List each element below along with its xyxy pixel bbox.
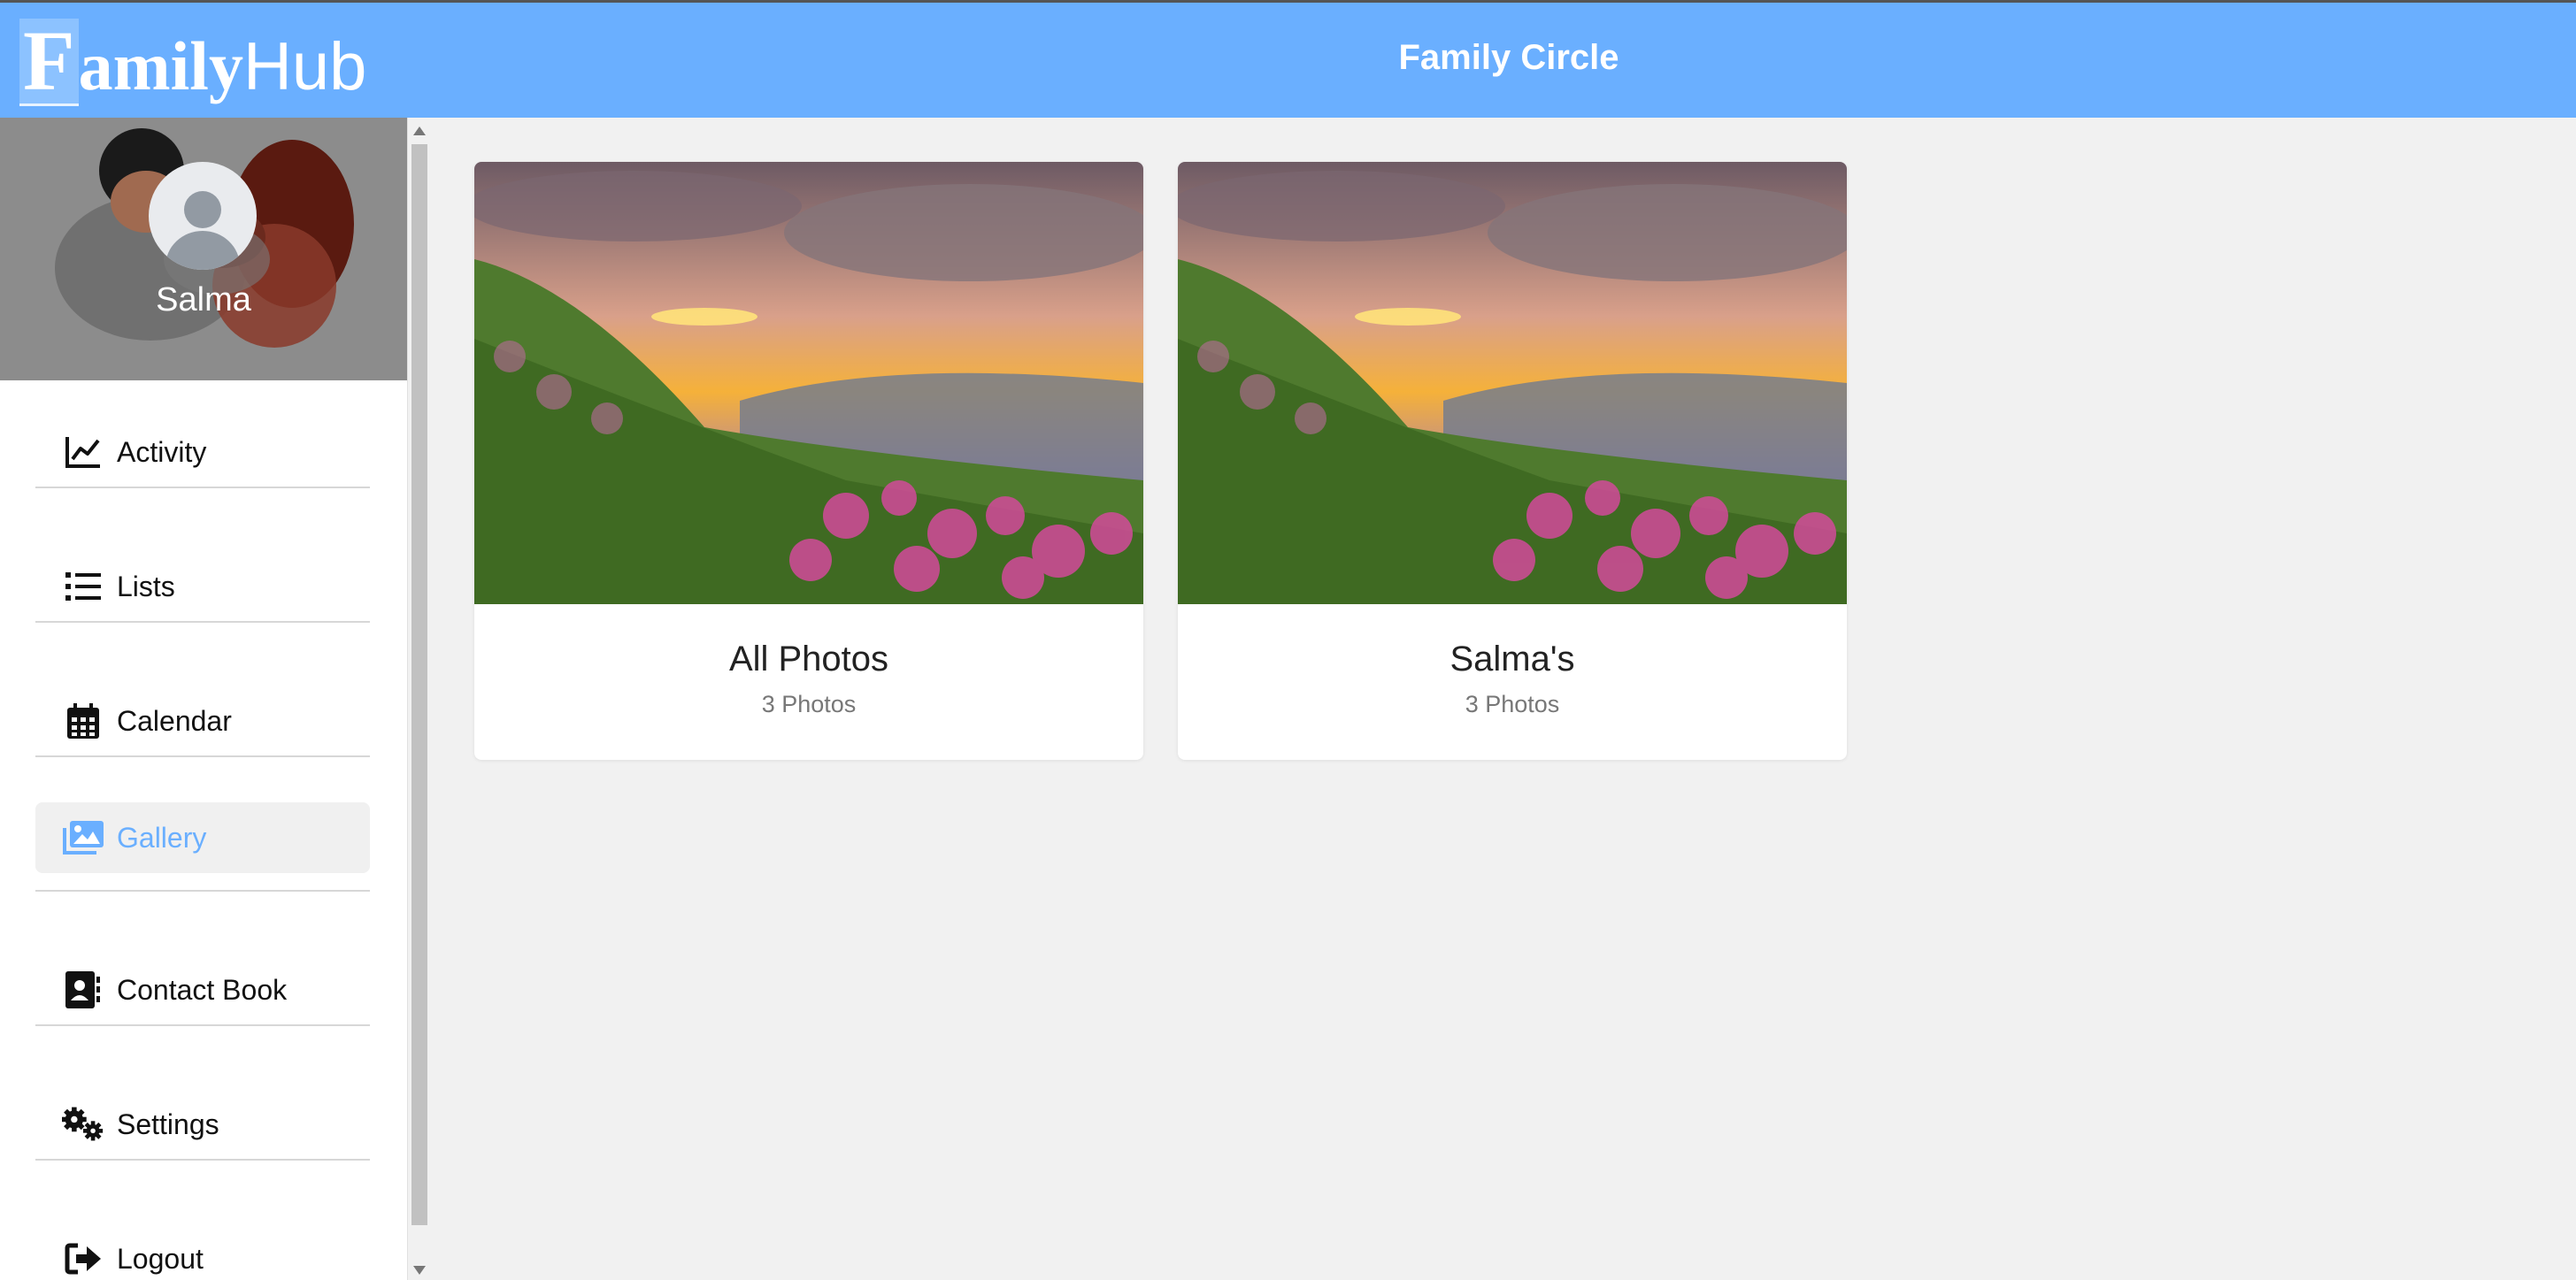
- sidebar-item-label: Logout: [117, 1242, 204, 1275]
- chart-line-icon: [62, 431, 104, 473]
- sidebar-item-label: Activity: [117, 435, 207, 468]
- sidebar-item-gallery[interactable]: Gallery: [35, 802, 370, 873]
- album-cover-image: [474, 162, 1143, 604]
- divider: [35, 1024, 370, 1026]
- divider: [35, 621, 370, 623]
- scroll-up-arrow-icon[interactable]: [413, 126, 426, 135]
- familyhub-logo[interactable]: F amily Hub: [19, 19, 366, 107]
- album-photo-count: 3 Photos: [1465, 691, 1560, 717]
- sidebar-item-activity[interactable]: Activity: [35, 417, 370, 487]
- album-card-salmas[interactable]: Salma's 3 Photos: [1178, 162, 1847, 760]
- sidebar-item-label: Calendar: [117, 704, 232, 737]
- calendar-icon: [62, 700, 104, 742]
- logo-bold-text: amily: [78, 27, 243, 104]
- sidebar-item-settings[interactable]: Settings: [35, 1089, 370, 1160]
- divider: [35, 487, 370, 488]
- avatar[interactable]: [149, 162, 257, 270]
- divider: [35, 755, 370, 757]
- sidebar-item-label: Lists: [117, 570, 175, 602]
- album-title: Salma's: [1449, 640, 1575, 678]
- top-bar: F amily Hub Family Circle: [0, 0, 2576, 118]
- sidebar-item-logout[interactable]: Logout: [35, 1223, 370, 1280]
- sidebar: Salma Activity Lists Calendar Gallery Co…: [0, 118, 407, 1280]
- images-icon: [62, 816, 104, 859]
- sign-out-icon: [62, 1238, 104, 1280]
- album-title: All Photos: [728, 640, 889, 678]
- sidebar-item-label: Settings: [117, 1108, 219, 1140]
- user-icon: [165, 191, 240, 270]
- scroll-down-arrow-icon[interactable]: [413, 1266, 426, 1275]
- profile-header: Salma: [0, 118, 407, 380]
- page-title: Family Circle: [1398, 38, 1619, 77]
- sidebar-item-label: Gallery: [117, 821, 207, 854]
- sidebar-item-label: Contact Book: [117, 973, 288, 1006]
- logo-letter: F: [19, 19, 79, 106]
- album-photo-count: 3 Photos: [761, 691, 857, 717]
- sidebar-item-lists[interactable]: Lists: [35, 551, 370, 622]
- sidebar-scrollbar[interactable]: [407, 118, 430, 1280]
- logo-light-text: Hub: [242, 29, 367, 104]
- album-card-all-photos[interactable]: All Photos 3 Photos: [474, 162, 1143, 760]
- gears-icon: [62, 1103, 104, 1146]
- scrollbar-thumb[interactable]: [411, 144, 427, 1225]
- divider: [35, 1159, 370, 1161]
- album-cover-image: [1178, 162, 1847, 604]
- sidebar-item-calendar[interactable]: Calendar: [35, 686, 370, 756]
- sidebar-item-contact-book[interactable]: Contact Book: [35, 954, 370, 1025]
- address-book-icon: [62, 969, 104, 1011]
- profile-name: Salma: [156, 281, 251, 318]
- divider: [35, 890, 370, 892]
- list-icon: [62, 565, 104, 608]
